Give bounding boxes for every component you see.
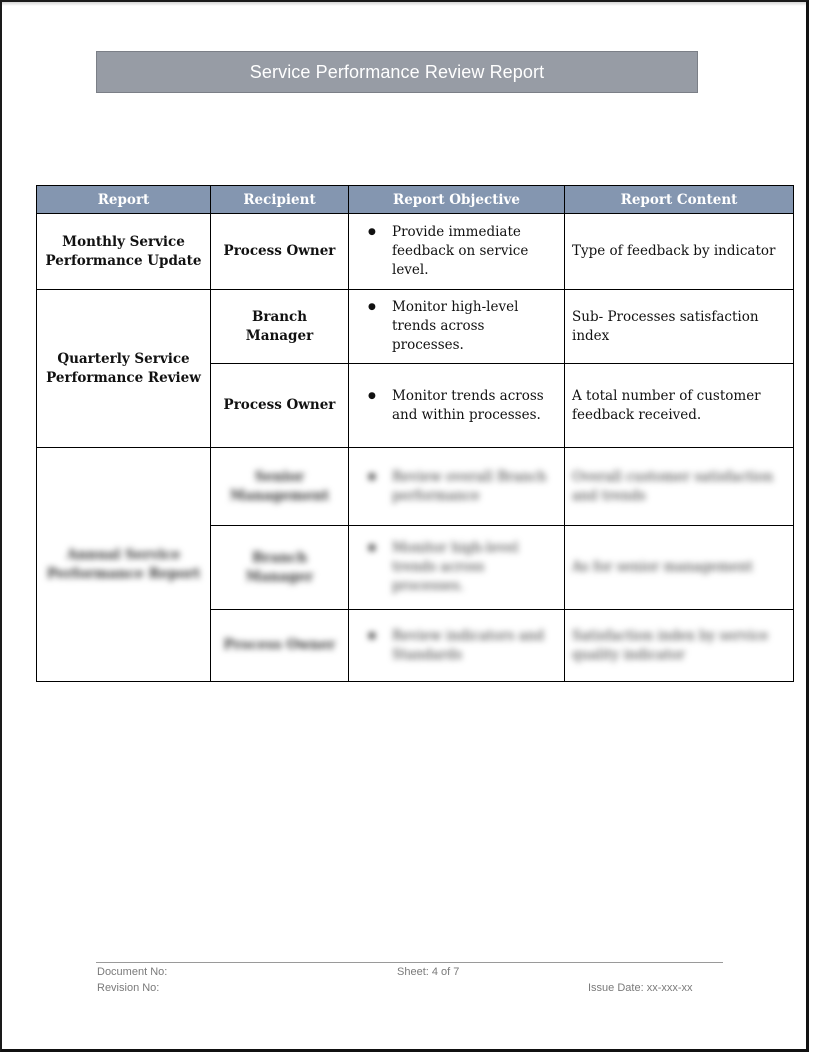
report-table: Report Recipient Report Objective Report… [36, 185, 794, 682]
recipient-cell: Branch Manager [210, 289, 349, 364]
objective-cell: Monitor high-level trends across process… [348, 289, 565, 364]
footer-sheet: Sheet: 4 of 7 [397, 966, 460, 978]
recipient-cell: Senior Management [210, 447, 349, 526]
objective-bullet: Monitor high-level trends across process… [368, 539, 557, 596]
report-name-cell: Annual Service Performance Report [36, 447, 211, 682]
objective-cell: Review overall Branch performance [348, 447, 565, 526]
objective-cell: Provide immediate feedback on service le… [348, 213, 565, 290]
blurred-text: As for senior management [572, 559, 753, 575]
report-name-cell: Monthly Service Performance Update [36, 213, 211, 290]
header-report-content: Report Content [564, 185, 794, 214]
recipient-cell: Process Owner [210, 363, 349, 448]
table-row: Annual Service Performance Report Senior… [36, 447, 794, 682]
header-report-objective: Report Objective [348, 185, 565, 214]
content-cell: As for senior management [564, 525, 794, 610]
recipient-cell: Process Owner [210, 609, 349, 682]
blurred-text: Satisfaction index by service quality in… [572, 627, 769, 663]
blurred-text: Annual Service Performance Report [46, 546, 201, 582]
content-cell: Satisfaction index by service quality in… [564, 609, 794, 682]
objective-bullet: Monitor high-level trends across process… [368, 298, 557, 355]
objective-cell: Monitor trends across and within process… [348, 363, 565, 448]
header-recipient: Recipient [210, 185, 349, 214]
objective-bullet: Monitor trends across and within process… [368, 387, 557, 425]
table-row: Monthly Service Performance Update Proce… [36, 213, 794, 290]
content-cell: Overall customer satisfaction and trends [564, 447, 794, 526]
footer-divider [96, 962, 723, 963]
objective-cell: Monitor high-level trends across process… [348, 525, 565, 610]
table-header-row: Report Recipient Report Objective Report… [36, 185, 794, 214]
objective-bullet: Provide immediate feedback on service le… [368, 223, 557, 280]
report-name-cell: Quarterly Service Performance Review [36, 289, 211, 448]
blurred-text: Process Owner [223, 637, 336, 653]
footer-issue-date: Issue Date: xx-xxx-xx [588, 982, 693, 994]
footer-revision-no: Revision No: [97, 982, 160, 994]
recipient-cell: Branch Manager [210, 525, 349, 610]
blurred-text: Branch Manager [245, 549, 314, 585]
blurred-text: Senior Management [229, 468, 330, 504]
footer-document-no: Document No: [97, 966, 168, 978]
objective-cell: Review indicators and Standards [348, 609, 565, 682]
header-report: Report [36, 185, 211, 214]
table-row: Quarterly Service Performance Review Bra… [36, 289, 794, 448]
content-cell: A total number of customer feedback rece… [564, 363, 794, 448]
blurred-text: Overall customer satisfaction and trends [572, 468, 774, 504]
recipient-cell: Process Owner [210, 213, 349, 290]
objective-bullet: Review indicators and Standards [368, 627, 557, 665]
content-cell: Type of feedback by indicator [564, 213, 794, 290]
document-title: Service Performance Review Report [96, 51, 698, 93]
objective-bullet: Review overall Branch performance [368, 468, 557, 506]
content-cell: Sub- Processes satisfaction index [564, 289, 794, 364]
